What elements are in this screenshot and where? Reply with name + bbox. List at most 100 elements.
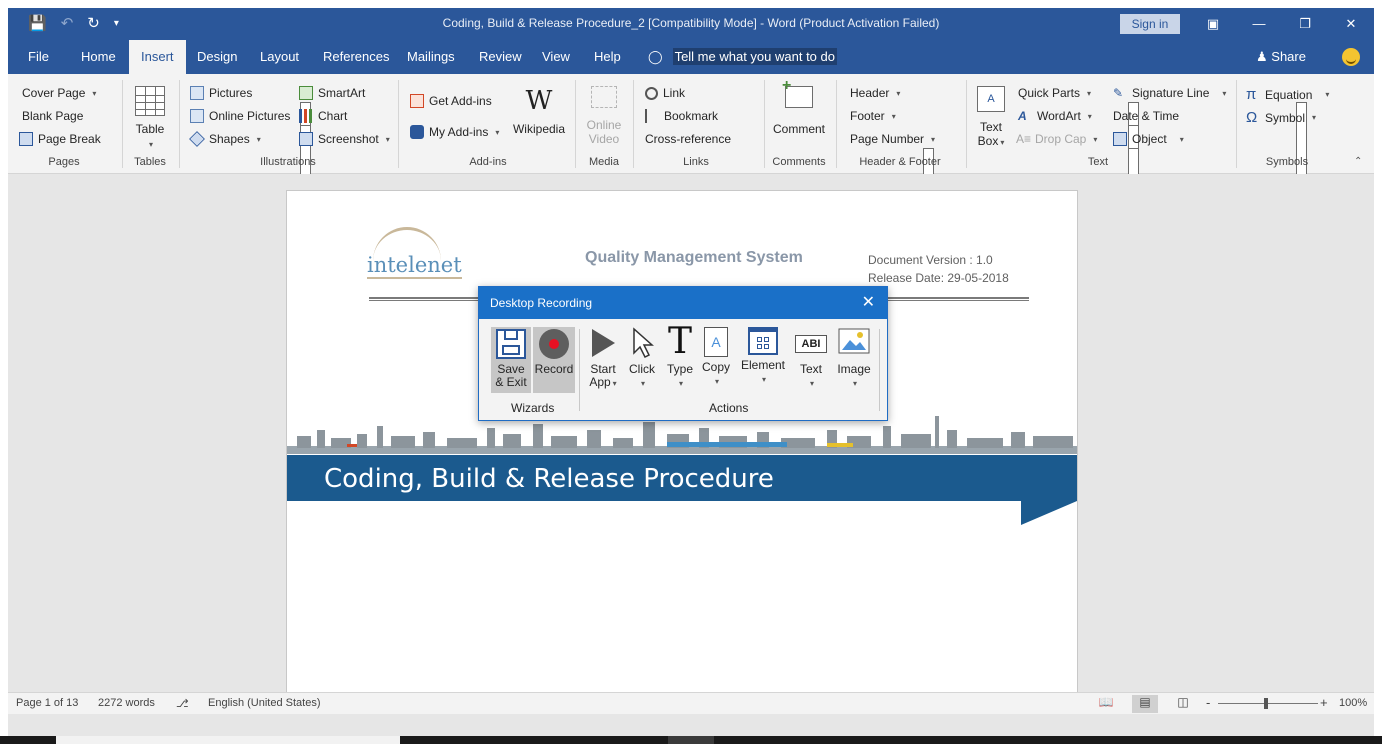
zoom-slider-thumb[interactable] [1264,698,1268,709]
date-time-button[interactable]: Date & Time [1113,109,1179,123]
click-button[interactable]: Click ▾ [625,327,659,390]
wikipedia-button[interactable]: W Wikipedia [510,86,568,136]
signature-line-label: Signature Line [1132,86,1210,100]
zoom-level[interactable]: 100% [1339,697,1367,709]
type-label: Type [666,362,693,376]
object-button[interactable]: Object ▾ [1113,132,1184,146]
sign-in-button[interactable]: Sign in [1120,14,1180,34]
minimize-icon[interactable]: — [1236,8,1282,40]
tab-layout[interactable]: Layout [248,40,311,74]
copy-button[interactable]: A Copy ▾ [699,327,733,388]
tab-view[interactable]: View [530,40,582,74]
footer-button[interactable]: Footer ▾ [850,109,1139,645]
signature-line-button[interactable]: ✎ Signature Line ▾ [1113,86,1226,100]
zoom-slider-track[interactable] [1218,703,1318,704]
taskbar-app[interactable] [668,736,714,744]
tell-me-text[interactable]: Tell me what you want to do [672,48,837,65]
text-abi-icon: ABI [795,335,827,353]
tab-mailings[interactable]: Mailings [395,40,467,74]
dialog-separator [579,329,580,411]
online-video-button[interactable]: Online Video [582,86,626,146]
tab-review[interactable]: Review [467,40,534,74]
taskbar-search[interactable] [56,736,400,744]
smartart-label: SmartArt [318,86,366,100]
text-button[interactable]: ABI Text ▾ [793,327,829,390]
collapse-ribbon-icon[interactable]: ⌃ [1354,156,1362,167]
image-button[interactable]: Image ▾ [833,327,875,390]
dialog-close-icon[interactable]: ✕ [862,287,875,319]
tab-help[interactable]: Help [582,40,633,74]
start-app-button[interactable]: Start App ▾ [585,327,621,390]
word-window: 💾 ↶ ↻ ▾ Coding, Build & Release Procedur… [8,8,1374,744]
get-addins-button[interactable]: Get Add-ins [410,94,492,108]
save-exit-button[interactable]: Save & Exit [491,327,531,393]
text-box-label-2: Box [977,134,999,148]
tell-me-search[interactable]: ◯ Tell me what you want to do [648,48,837,65]
wordart-button[interactable]: A WordArt ▾ [1018,109,1092,123]
chart-icon [299,109,313,123]
type-button[interactable]: T Type ▾ [663,324,697,390]
symbol-button[interactable]: Ω Symbol ▾ [1246,109,1316,126]
header-button[interactable]: Header ▾ [850,86,1139,622]
language[interactable]: English (United States) [208,697,321,709]
tab-home[interactable]: Home [69,40,128,74]
table-button[interactable]: Table ▾ [130,86,170,152]
record-label: Record [534,362,574,376]
equation-label: Equation [1265,87,1313,102]
ribbon-display-options-icon[interactable]: ▣ [1190,8,1236,40]
link-button[interactable]: Link [645,86,685,100]
close-icon[interactable]: ✕ [1328,8,1374,40]
record-button[interactable]: Record [533,327,575,393]
tab-design[interactable]: Design [185,40,249,74]
copy-label: Copy [701,360,730,374]
cross-reference-button[interactable]: Cross-reference [645,132,934,668]
comment-button[interactable]: + Comment [770,78,828,137]
drop-cap-icon: A≡ [1016,132,1032,146]
drop-cap-button[interactable]: A≡ Drop Cap ▾ [1016,132,1097,146]
quick-parts-button[interactable]: Quick Parts ▾ [1018,86,1307,622]
restore-icon[interactable]: ❐ [1282,8,1328,40]
read-mode-icon[interactable]: 📖 [1093,695,1119,713]
equation-button[interactable]: π Equation ▾ [1246,86,1329,103]
city-skyline-image [287,416,1077,454]
screenshot-button[interactable]: Screenshot ▾ [299,132,390,146]
zoom-in-icon[interactable]: + [1320,695,1328,710]
tab-file[interactable]: File [16,40,61,74]
text-box-button[interactable]: A Text Box ▾ [974,86,1008,150]
my-addins-button[interactable]: My Add-ins ▾ [410,125,499,139]
wikipedia-icon: W [525,86,553,116]
cursor-icon [626,327,658,359]
element-button[interactable]: Element ▾ [739,327,787,386]
dialog-right-separator [879,329,880,411]
page-count[interactable]: Page 1 of 13 [16,697,78,709]
smartart-button[interactable]: SmartArt [299,86,365,100]
group-label-header-footer: Header & Footer [859,156,941,168]
group-separator [122,80,123,168]
group-label-illustrations: Illustrations [260,156,316,168]
my-addins-label: My Add-ins [429,125,489,139]
page-number-button[interactable]: Page Number ▾ [850,132,1139,668]
proofing-icon[interactable]: ⎇ [176,697,189,710]
cover-page-button[interactable]: Cover Page ▾ [22,86,311,622]
word-count[interactable]: 2272 words [98,697,155,709]
group-label-text: Text [1087,156,1109,168]
document-page[interactable]: intelenet Quality Management System Docu… [286,190,1078,710]
page-break-button[interactable]: Page Break [19,132,101,146]
screenshot-label: Screenshot [318,132,379,146]
pictures-button[interactable]: Pictures [190,86,252,100]
print-layout-icon[interactable]: ▤ [1132,695,1158,713]
online-pictures-icon [190,109,204,123]
feedback-smiley-icon[interactable] [1342,48,1360,66]
group-separator [966,80,967,168]
share-button[interactable]: ♟ Share [1256,49,1306,65]
bookmark-button[interactable]: Bookmark [645,109,718,123]
tab-insert[interactable]: Insert [129,40,186,74]
shapes-button[interactable]: Shapes ▾ [189,131,261,147]
tab-references[interactable]: References [311,40,401,74]
zoom-out-icon[interactable]: - [1206,695,1210,710]
web-layout-icon[interactable]: ◫ [1170,695,1196,713]
image-picture-icon [838,327,870,359]
chart-button[interactable]: Chart [299,109,347,123]
blank-page-button[interactable]: Blank Page [22,109,311,645]
online-pictures-button[interactable]: Online Pictures [190,109,290,123]
